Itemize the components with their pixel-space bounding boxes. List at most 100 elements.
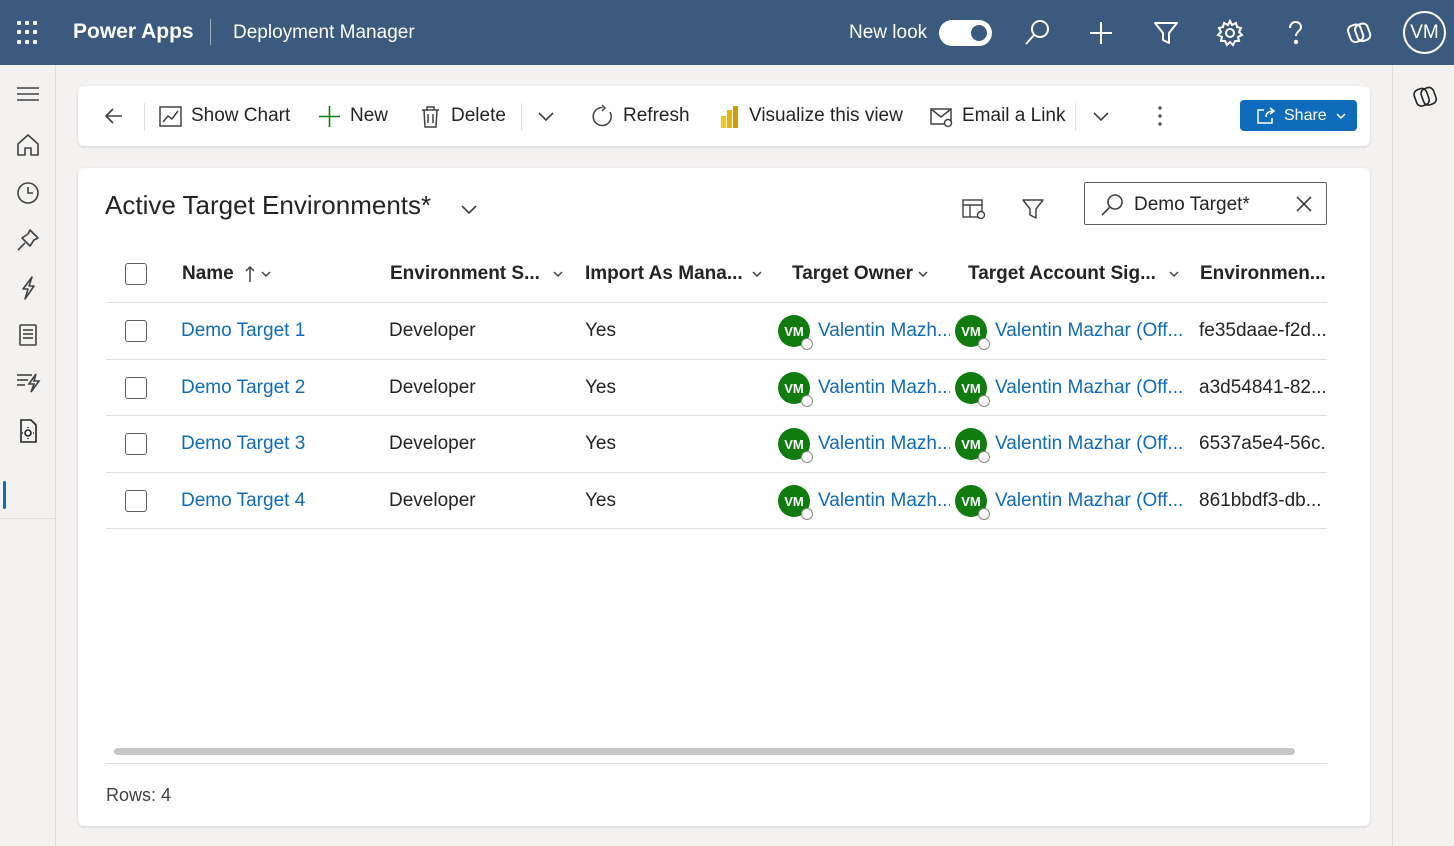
new-look-toggle[interactable] [939,20,992,46]
left-navigation [0,65,56,846]
filter-icon[interactable] [1150,17,1182,49]
grid-bottom-border [106,528,1327,529]
pipeline-icon[interactable] [12,366,44,398]
column-header-label: Environmen... [1200,263,1326,284]
show-chart-label: Show Chart [191,105,291,126]
more-commands-dropdown[interactable] [536,86,564,146]
edit-columns-icon[interactable] [960,195,988,223]
settings-icon[interactable] [1214,17,1246,49]
email-link-icon [930,107,953,127]
account-link[interactable]: Valentin Mazhar (Off... [995,490,1183,512]
owner-link[interactable]: Valentin Mazh... [818,490,950,512]
column-header-label: Import As Mana... [585,263,743,284]
owner-avatar-initials: VM [784,380,804,396]
row-checkbox[interactable] [125,377,147,399]
deployment-icon[interactable] [12,272,44,304]
column-header-label: Target Owner [792,263,914,284]
row-checkbox[interactable] [125,490,147,512]
email-options-dropdown[interactable] [1091,86,1119,146]
app-name[interactable]: Deployment Manager [233,22,415,44]
account-avatar: VM [955,428,990,463]
select-all-checkbox-cell[interactable] [125,246,147,302]
row-checkbox[interactable] [125,320,147,342]
copilot-icon[interactable] [1343,17,1375,49]
horizontal-scrollbar[interactable] [114,748,1295,755]
email-link-button[interactable]: Email a Link [929,86,1066,146]
environment-type-cell: Developer [389,433,476,454]
hamburger-icon[interactable] [12,78,44,110]
refresh-button[interactable]: Refresh [590,86,690,146]
refresh-icon [592,103,612,126]
account-link[interactable]: Valentin Mazhar (Off... [995,320,1183,342]
pinned-icon[interactable] [12,224,44,256]
account-link[interactable]: Valentin Mazhar (Off... [995,433,1183,455]
record-name-link[interactable]: Demo Target 1 [181,303,305,359]
account-avatar-initials: VM [961,323,981,339]
brand-title[interactable]: Power Apps [73,20,194,44]
active-indicator [3,481,6,509]
column-header-target-account[interactable]: Target Account Sig... [968,246,1180,302]
table-row[interactable]: Demo Target 4 Developer Yes VM Valentin … [106,472,1327,529]
help-icon[interactable] [1279,17,1311,49]
nav-divider [0,518,55,519]
presence-status-icon [978,508,990,520]
presence-status-icon [801,451,813,463]
row-checkbox[interactable] [125,433,147,455]
plus-icon[interactable] [1085,17,1117,49]
column-header-name[interactable]: Name [182,246,272,302]
recent-icon[interactable] [12,177,44,209]
search-icon [1101,194,1123,216]
target-owner-cell: VM Valentin Mazh... [778,416,950,472]
record-name-link[interactable]: Demo Target 3 [181,416,305,472]
view-title[interactable]: Active Target Environments* [105,190,431,221]
list-icon[interactable] [12,319,44,351]
edit-filters-icon[interactable] [1019,195,1047,223]
share-button[interactable]: Share [1240,100,1357,131]
overflow-menu-button[interactable] [1150,86,1178,146]
record-name-link[interactable]: Demo Target 4 [181,473,305,529]
table-row[interactable]: Demo Target 1 Developer Yes VM Valentin … [106,302,1327,359]
environment-settings-icon[interactable] [12,415,44,447]
search-icon[interactable] [1021,17,1053,49]
row-count: Rows: 4 [106,785,172,805]
back-button[interactable] [102,86,134,146]
copilot-icon[interactable] [1409,81,1441,113]
select-all-checkbox[interactable] [125,263,147,285]
visualize-view-button[interactable]: Visualize this view [717,86,903,146]
user-avatar[interactable]: VM [1403,11,1446,54]
command-divider [144,103,145,131]
owner-link[interactable]: Valentin Mazh... [818,377,950,399]
target-owner-cell: VM Valentin Mazh... [778,473,950,529]
chevron-down-icon [1336,112,1346,119]
column-header-environment-type[interactable]: Environment S... [390,246,564,302]
table-row[interactable]: Demo Target 3 Developer Yes VM Valentin … [106,415,1327,472]
account-avatar: VM [955,372,990,407]
show-chart-button[interactable]: Show Chart [158,86,290,146]
account-avatar-initials: VM [961,380,981,396]
grid-header: Name Environment S... Import As Mana... [106,246,1327,302]
waffle-icon[interactable] [17,21,41,45]
environment-type-cell: Developer [389,490,476,511]
new-button[interactable]: New [317,86,388,146]
app-header: Power Apps Deployment Manager New look V… [0,0,1454,65]
view-selector-chevron-icon[interactable] [458,198,480,220]
presence-status-icon [801,508,813,520]
sort-ascending-icon [245,265,255,282]
column-header-environment-id[interactable]: Environmen... [1200,246,1327,302]
share-label: Share [1284,106,1327,124]
search-input[interactable]: Demo Target* [1134,194,1250,216]
table-row[interactable]: Demo Target 2 Developer Yes VM Valentin … [106,359,1327,416]
presence-status-icon [978,338,990,350]
delete-button[interactable]: Delete [418,86,506,146]
search-box[interactable]: Demo Target* [1084,182,1327,225]
column-header-target-owner[interactable]: Target Owner [792,246,929,302]
owner-link[interactable]: Valentin Mazh... [818,320,950,342]
home-icon[interactable] [12,129,44,161]
account-link[interactable]: Valentin Mazhar (Off... [995,377,1183,399]
owner-link[interactable]: Valentin Mazh... [818,433,950,455]
new-look-label: New look [849,22,928,43]
target-owner-cell: VM Valentin Mazh... [778,303,950,359]
clear-search-icon[interactable] [1294,194,1314,214]
record-name-link[interactable]: Demo Target 2 [181,360,305,416]
column-header-import-as-managed[interactable]: Import As Mana... [585,246,763,302]
